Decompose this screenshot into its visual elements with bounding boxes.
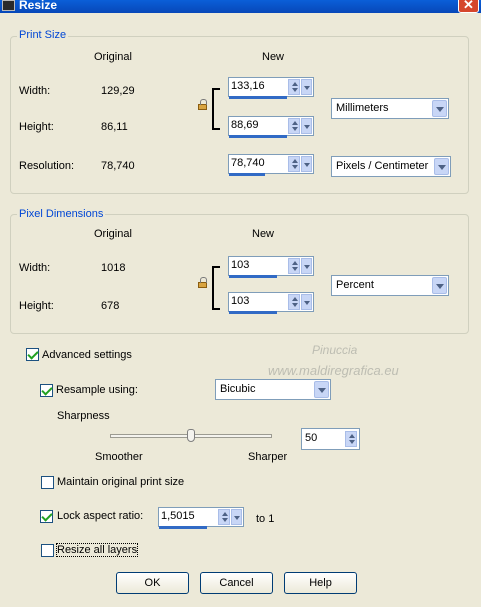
- pixel-dimensions-title: Pixel Dimensions: [17, 208, 106, 220]
- print-original-header: Original: [94, 51, 132, 63]
- close-icon: ✕: [463, 0, 474, 12]
- spin-up-down-icon[interactable]: [288, 294, 300, 310]
- sharpness-value: 50: [305, 432, 318, 444]
- spin-arrows[interactable]: [287, 293, 313, 311]
- resolution-units-value: Pixels / Centimeter: [336, 160, 429, 172]
- lock-aspect-label[interactable]: Lock aspect ratio:: [57, 510, 143, 522]
- print-height-original: 86,11: [101, 121, 128, 133]
- resolution-original: 78,740: [101, 160, 135, 172]
- field-underline: [229, 135, 287, 138]
- print-width-label: Width:: [19, 85, 51, 97]
- watermark-url: www.maldiregrafica.eu: [268, 363, 399, 378]
- spin-arrows[interactable]: [287, 155, 313, 173]
- resample-method-select[interactable]: Bicubic: [215, 379, 331, 400]
- print-width-value: 133,16: [231, 80, 265, 92]
- spin-arrows[interactable]: [287, 257, 313, 275]
- close-button[interactable]: ✕: [458, 0, 479, 13]
- sharpness-label: Sharpness: [57, 410, 110, 422]
- field-underline: [229, 275, 277, 278]
- window-title: Resize: [19, 0, 58, 12]
- aspect-bracket: [212, 266, 220, 310]
- pixel-units-select[interactable]: Percent: [331, 275, 449, 296]
- pixel-width-value: 103: [231, 259, 250, 271]
- lock-icon[interactable]: [198, 277, 207, 288]
- advanced-settings-checkbox[interactable]: [26, 348, 39, 361]
- pixel-height-value: 103: [231, 295, 250, 307]
- spin-arrows[interactable]: [217, 508, 243, 526]
- chevron-down-icon[interactable]: [301, 79, 312, 95]
- field-underline: [159, 526, 207, 529]
- advanced-settings-label[interactable]: Advanced settings: [42, 349, 132, 361]
- chevron-down-icon[interactable]: [432, 100, 447, 117]
- spin-up-down-icon[interactable]: [345, 431, 357, 447]
- sharpness-slider[interactable]: [110, 426, 272, 448]
- help-button[interactable]: Help: [284, 572, 357, 594]
- field-underline: [229, 173, 265, 176]
- resample-label[interactable]: Resample using:: [56, 384, 138, 396]
- print-height-value: 88,69: [231, 119, 259, 131]
- pixel-new-header: New: [252, 228, 275, 240]
- app-icon: [2, 0, 15, 11]
- resample-checkbox[interactable]: [40, 384, 53, 397]
- maintain-print-size-checkbox[interactable]: [41, 476, 54, 489]
- resolution-value: 78,740: [231, 157, 265, 169]
- pixel-height-label: Height:: [19, 300, 54, 312]
- spin-arrows[interactable]: [287, 78, 313, 96]
- maintain-print-size-label[interactable]: Maintain original print size: [57, 476, 184, 488]
- spin-up-down-icon[interactable]: [288, 79, 300, 95]
- chevron-down-icon[interactable]: [432, 277, 447, 294]
- pixel-width-field[interactable]: 103: [228, 256, 314, 278]
- resample-method-value: Bicubic: [220, 383, 256, 395]
- watermark-name: Pinuccia: [312, 343, 358, 357]
- field-underline: [229, 96, 287, 99]
- resize-all-layers-checkbox[interactable]: [41, 544, 54, 557]
- aspect-bracket: [212, 88, 220, 130]
- aspect-ratio-field[interactable]: 1,5015: [158, 507, 244, 529]
- print-new-header: New: [262, 51, 285, 63]
- smoother-label: Smoother: [95, 451, 143, 463]
- chevron-down-icon[interactable]: [301, 118, 312, 134]
- aspect-ratio-value: 1,5015: [161, 510, 195, 522]
- print-height-field[interactable]: 88,69: [228, 116, 314, 138]
- spin-arrows[interactable]: [287, 117, 313, 135]
- print-height-label: Height:: [19, 121, 54, 133]
- field-underline: [229, 311, 277, 314]
- resolution-units-select[interactable]: Pixels / Centimeter: [331, 156, 451, 177]
- print-width-field[interactable]: 133,16: [228, 77, 314, 99]
- pixel-height-field[interactable]: 103: [228, 292, 314, 314]
- print-size-title: Print Size: [17, 29, 69, 41]
- lock-icon[interactable]: [198, 99, 207, 110]
- pixel-original-header: Original: [94, 228, 132, 240]
- print-width-original: 129,29: [101, 85, 135, 97]
- chevron-down-icon[interactable]: [301, 156, 312, 172]
- spin-up-down-icon[interactable]: [218, 509, 230, 525]
- aspect-to-label: to 1: [256, 513, 275, 525]
- cancel-button[interactable]: Cancel: [200, 572, 273, 594]
- print-units-value: Millimeters: [336, 102, 389, 114]
- resolution-label: Resolution:: [19, 160, 75, 172]
- sharpness-field[interactable]: 50: [301, 428, 360, 450]
- chevron-down-icon[interactable]: [314, 381, 329, 398]
- chevron-down-icon[interactable]: [301, 294, 312, 310]
- print-units-select[interactable]: Millimeters: [331, 98, 449, 119]
- resize-all-layers-label[interactable]: Resize all layers: [55, 543, 139, 557]
- spin-up-down-icon[interactable]: [288, 258, 300, 274]
- resolution-field[interactable]: 78,740: [228, 154, 314, 176]
- pixel-height-original: 678: [101, 300, 120, 312]
- chevron-down-icon[interactable]: [231, 509, 242, 525]
- ok-button[interactable]: OK: [116, 572, 189, 594]
- spin-up-down-icon[interactable]: [288, 156, 300, 172]
- slider-thumb[interactable]: [187, 429, 195, 442]
- title-bar[interactable]: Resize ✕: [0, 0, 481, 13]
- spin-up-down-icon[interactable]: [288, 118, 300, 134]
- sharper-label: Sharper: [248, 451, 288, 463]
- pixel-width-label: Width:: [19, 262, 51, 274]
- pixel-width-original: 1018: [101, 262, 126, 274]
- chevron-down-icon[interactable]: [301, 258, 312, 274]
- pixel-units-value: Percent: [336, 279, 374, 291]
- lock-aspect-checkbox[interactable]: [40, 510, 53, 523]
- chevron-down-icon[interactable]: [434, 158, 449, 175]
